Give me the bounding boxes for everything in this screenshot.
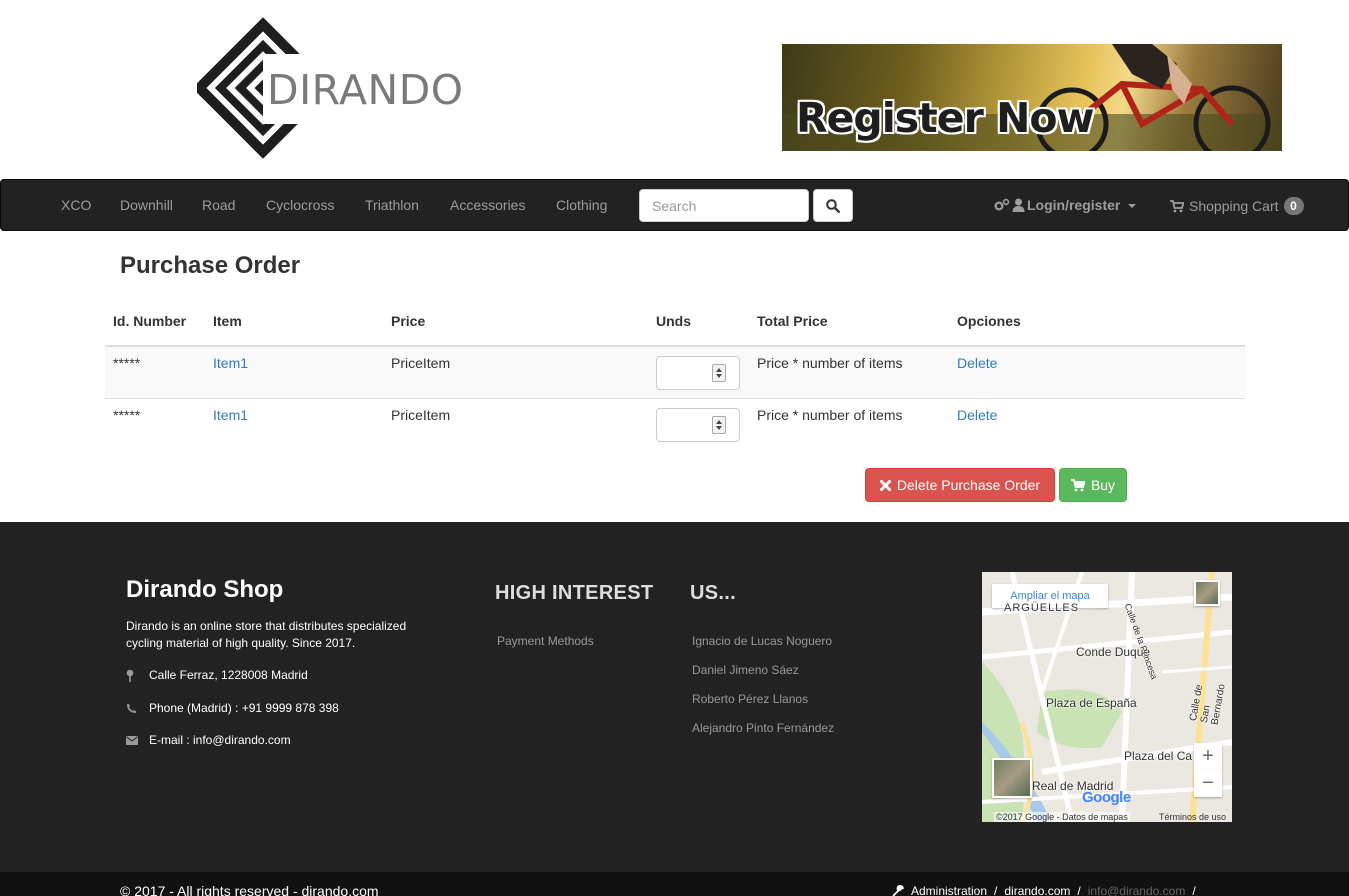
nav-item-xco[interactable]: XCO [61,197,91,213]
envelope-icon [126,735,138,745]
footer-title: Dirando Shop [126,576,284,603]
site-footer: Dirando Shop Dirando is an online store … [0,522,1349,872]
login-register-label: Login/register [1027,197,1121,213]
shopping-cart-icon [1070,478,1085,491]
cell-total: Price * number of items [749,398,949,450]
footer-address: Calle Ferraz, 1228008 Madrid [126,668,308,682]
separator: / [994,884,998,896]
nav-item-triathlon[interactable]: Triathlon [365,197,419,213]
bottom-bar: © 2017 - All rights reserved - dirando.c… [0,872,1349,896]
nav-item-cyclocross[interactable]: Cyclocross [266,197,334,213]
table-row: ***** Item1 PriceItem Price * number of … [105,398,1245,450]
cell-total: Price * number of items [749,345,949,399]
shopping-cart-link[interactable]: Shopping Cart 0 [1170,197,1304,215]
column-header-options: Opciones [949,296,1245,347]
banner-text: Register Now [796,94,1094,142]
wrench-icon [892,885,904,896]
map-label: Plaza del Ca [1124,749,1193,763]
purchase-order-table: Id. Number Item Price Unds Total Price O… [105,296,1245,450]
spinner-arrows-icon[interactable] [712,416,726,434]
user-icon [1012,198,1025,212]
spinner-arrows-icon[interactable] [712,364,726,382]
zoom-out-button[interactable]: − [1194,770,1222,797]
cart-count-badge: 0 [1283,197,1304,215]
cell-id: ***** [105,345,205,399]
cogs-icon [994,198,1010,211]
shopping-cart-label: Shopping Cart [1189,198,1279,214]
quantity-stepper[interactable] [656,408,740,442]
nav-item-road[interactable]: Road [202,197,235,213]
site-logo[interactable]: DIRANDO [192,14,477,164]
administration-link[interactable]: Administration [911,884,987,896]
us-heading: US... [690,582,736,604]
delete-item-link[interactable]: Delete [957,355,997,371]
table-header-row: Id. Number Item Price Unds Total Price O… [105,296,1245,347]
map-terms-link[interactable]: Términos de uso [1159,812,1226,822]
main-navbar: XCO Downhill Road Cyclocross Triathlon A… [0,179,1349,231]
map-label: ARGÜELLES [1004,602,1080,614]
buy-button[interactable]: Buy [1059,468,1127,502]
map-marker-icon [126,669,134,682]
logo-text: DIRANDO [267,66,464,114]
login-register-dropdown[interactable]: Login/register [994,197,1137,213]
quantity-stepper[interactable] [656,356,740,390]
site-link[interactable]: dirando.com [1004,884,1070,896]
delete-item-link[interactable]: Delete [957,407,997,423]
caret-down-icon [1128,204,1137,208]
nav-item-clothing[interactable]: Clothing [556,197,607,213]
cell-price: PriceItem [383,345,648,399]
footer-phone: Phone (Madrid) : +91 9999 878 398 [126,701,339,715]
column-header-units: Unds [648,296,749,347]
cell-id: ***** [105,398,205,450]
column-header-total: Total Price [749,296,949,347]
column-header-item: Item [205,296,383,347]
street-view-pegman-icon[interactable] [1194,580,1220,606]
bottom-links: Administration / dirando.com / info@dira… [892,884,1196,896]
team-member-link[interactable]: Roberto Pérez Llanos [692,692,808,706]
copyright-text: © 2017 - All rights reserved - dirando.c… [120,883,379,896]
zoom-in-button[interactable]: + [1194,743,1222,770]
buy-label: Buy [1090,477,1116,493]
phone-icon [127,703,137,713]
map-label: Plaza de España [1046,696,1137,710]
search-icon [826,198,840,213]
cell-price: PriceItem [383,398,648,450]
item-link[interactable]: Item1 [213,407,248,423]
team-member-link[interactable]: Alejandro Pinto Fernández [692,721,834,735]
nav-item-accessories[interactable]: Accessories [450,197,525,213]
high-interest-heading: HIGH INTEREST [495,582,654,604]
page-title: Purchase Order [120,252,301,279]
search-input[interactable] [639,189,809,222]
shopping-cart-icon [1170,199,1184,212]
satellite-toggle-icon[interactable] [992,758,1032,798]
remove-icon [879,479,891,491]
team-member-link[interactable]: Ignacio de Lucas Noguero [692,634,832,648]
register-banner[interactable]: Register Now [782,44,1282,151]
table-row: ***** Item1 PriceItem Price * number of … [105,345,1245,399]
search-button[interactable] [813,189,853,222]
separator: / [1192,884,1196,896]
column-header-id: Id. Number [105,296,205,347]
delete-purchase-order-label: Delete Purchase Order [896,477,1041,493]
team-member-link[interactable]: Daniel Jimeno Sáez [692,663,799,677]
footer-description: Dirando is an online store that distribu… [126,619,407,650]
payment-methods-link[interactable]: Payment Methods [497,634,594,648]
item-link[interactable]: Item1 [213,355,248,371]
nav-item-downhill[interactable]: Downhill [120,197,173,213]
map-attribution: ©2017 Google - Datos de mapas [994,812,1130,822]
email-link[interactable]: info@dirando.com [1088,884,1186,896]
footer-email: E-mail : info@dirando.com [126,733,291,747]
column-header-price: Price [383,296,648,347]
google-logo: Google [1082,789,1131,806]
delete-purchase-order-button[interactable]: Delete Purchase Order [865,468,1055,502]
google-map[interactable]: Ampliar el mapa ARGÜELLES Conde Duque Pl… [982,572,1232,822]
separator: / [1077,884,1081,896]
